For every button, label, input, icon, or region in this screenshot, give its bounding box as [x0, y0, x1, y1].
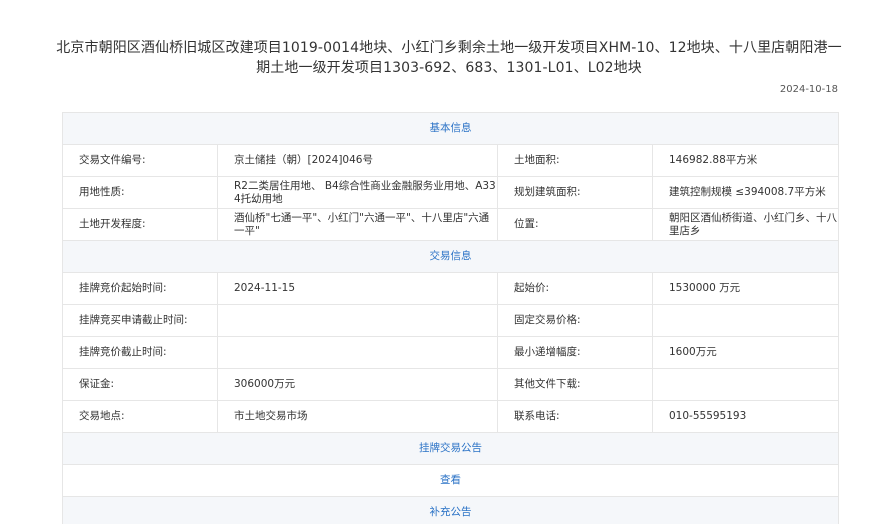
table-row: 土地开发程度: 酒仙桥"七通一平"、小红门"六通一平"、十八里店"六通一平" 位… — [62, 208, 839, 241]
build-area-value: 建筑控制规模 ≤394008.7平方米 — [652, 176, 839, 209]
announcement-link[interactable]: 挂牌交易公告 — [62, 432, 839, 465]
other-files-label: 其他文件下载: — [497, 368, 653, 401]
location-label: 位置: — [497, 208, 653, 241]
bid-start-value: 2024-11-15 — [217, 272, 498, 305]
venue-label: 交易地点: — [62, 400, 218, 433]
fixed-price-label: 固定交易价格: — [497, 304, 653, 337]
announcement-row: 挂牌交易公告 — [62, 432, 839, 465]
deposit-value: 306000万元 — [217, 368, 498, 401]
other-files-value[interactable] — [652, 368, 839, 401]
land-trade-detail-page: 北京市朝阳区酒仙桥旧城区改建项目1019-0014地块、小红门乡剩余土地一级开发… — [0, 0, 873, 524]
table-row: 用地性质: R2二类居住用地、 B4综合性商业金融服务业用地、A334托幼用地 … — [62, 176, 839, 209]
apply-end-value — [217, 304, 498, 337]
location-value: 朝阳区酒仙桥街道、小红门乡、十八里店乡 — [652, 208, 839, 241]
dev-level-label: 土地开发程度: — [62, 208, 218, 241]
view-row: 查看 — [62, 464, 839, 497]
area-value: 146982.88平方米 — [652, 144, 839, 177]
table-row: 挂牌竞价截止时间: 最小递增幅度: 1600万元 — [62, 336, 839, 369]
trade-info-header-row: 交易信息 — [62, 240, 839, 273]
table-row: 保证金: 306000万元 其他文件下载: — [62, 368, 839, 401]
land-use-value: R2二类居住用地、 B4综合性商业金融服务业用地、A334托幼用地 — [217, 176, 498, 209]
table-row: 交易地点: 市土地交易市场 联系电话: 010-55595193 — [62, 400, 839, 433]
fixed-price-value — [652, 304, 839, 337]
file-no-label: 交易文件编号: — [62, 144, 218, 177]
phone-label: 联系电话: — [497, 400, 653, 433]
basic-info-header: 基本信息 — [62, 112, 839, 145]
bid-end-label: 挂牌竞价截止时间: — [62, 336, 218, 369]
min-increment-label: 最小递增幅度: — [497, 336, 653, 369]
apply-end-label: 挂牌竞买申请截止时间: — [62, 304, 218, 337]
start-price-value: 1530000 万元 — [652, 272, 839, 305]
build-area-label: 规划建筑面积: — [497, 176, 653, 209]
min-increment-value: 1600万元 — [652, 336, 839, 369]
deposit-label: 保证金: — [62, 368, 218, 401]
venue-value: 市土地交易市场 — [217, 400, 498, 433]
page-title: 北京市朝阳区酒仙桥旧城区改建项目1019-0014地块、小红门乡剩余土地一级开发… — [56, 40, 842, 76]
table-row: 挂牌竞买申请截止时间: 固定交易价格: — [62, 304, 839, 337]
basic-info-header-row: 基本信息 — [62, 112, 839, 145]
publish-date: 2024-10-18 — [779, 84, 838, 95]
trade-info-header: 交易信息 — [62, 240, 839, 273]
start-price-label: 起始价: — [497, 272, 653, 305]
area-label: 土地面积: — [497, 144, 653, 177]
land-use-label: 用地性质: — [62, 176, 218, 209]
view-link[interactable]: 查看 — [62, 464, 839, 497]
dev-level-value: 酒仙桥"七通一平"、小红门"六通一平"、十八里店"六通一平" — [217, 208, 498, 241]
supplement-announcement-link[interactable]: 补充公告 — [62, 496, 839, 524]
table-row: 挂牌竞价起始时间: 2024-11-15 起始价: 1530000 万元 — [62, 272, 839, 305]
table-row: 交易文件编号: 京土储挂（朝）[2024]046号 土地面积: 146982.8… — [62, 144, 839, 177]
bid-end-value — [217, 336, 498, 369]
supplement-row: 补充公告 — [62, 496, 839, 524]
file-no-value: 京土储挂（朝）[2024]046号 — [217, 144, 498, 177]
bid-start-label: 挂牌竞价起始时间: — [62, 272, 218, 305]
phone-value: 010-55595193 — [652, 400, 839, 433]
land-info-table: 基本信息 交易文件编号: 京土储挂（朝）[2024]046号 土地面积: 146… — [62, 112, 839, 524]
